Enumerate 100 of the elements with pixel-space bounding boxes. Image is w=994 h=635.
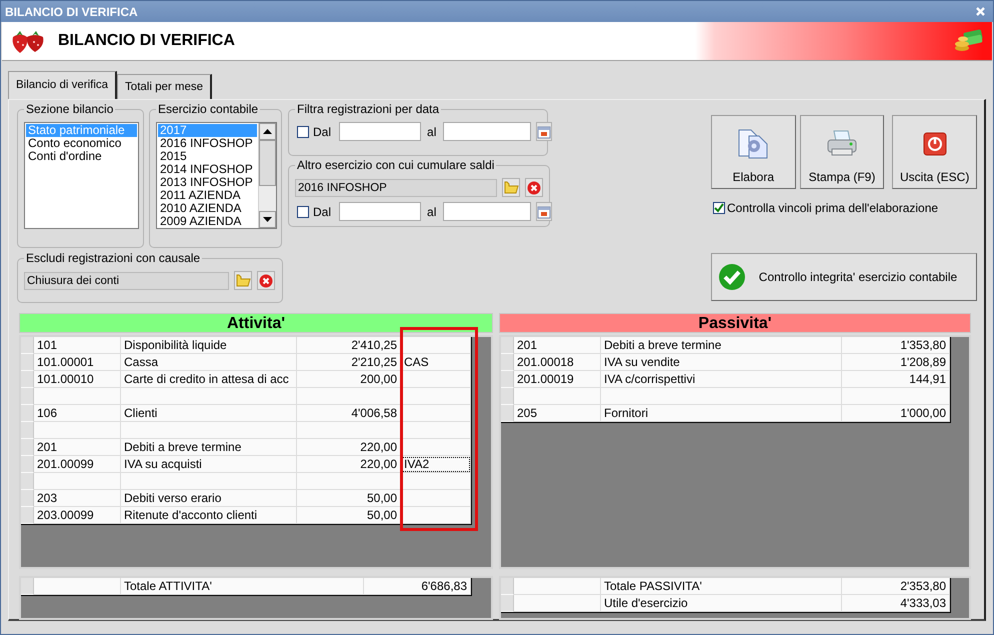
- total-amount: 4'333,03: [842, 595, 950, 612]
- amount: 4'006,58: [297, 405, 401, 422]
- folder-icon: [504, 181, 519, 194]
- browse-button[interactable]: [234, 271, 252, 290]
- account-code: 201.00099: [34, 456, 121, 473]
- section-header: Passivita': [499, 313, 971, 333]
- row-selector[interactable]: [501, 371, 514, 388]
- window-title: BILANCIO DI VERIFICA: [5, 4, 138, 18]
- folder-icon: [236, 274, 250, 287]
- clear-button[interactable]: [257, 271, 275, 290]
- row-selector[interactable]: [501, 595, 514, 612]
- account-code: 201.00019: [514, 371, 601, 388]
- amount: 1'208,89: [842, 354, 950, 371]
- exit-button[interactable]: Uscita (ESC): [892, 115, 978, 189]
- check-circle-icon: [718, 263, 746, 291]
- row-selector[interactable]: [21, 388, 34, 405]
- total-label: Totale PASSIVITA': [601, 578, 842, 595]
- delete-icon: [259, 274, 273, 288]
- row-selector[interactable]: [21, 507, 34, 524]
- checkbox[interactable]: [713, 202, 725, 214]
- account-code: 201: [514, 337, 601, 354]
- causale-field[interactable]: Chiusura dei conti: [24, 272, 229, 290]
- account-name: IVA c/corrispettivi: [601, 371, 842, 388]
- list-item[interactable]: Conti d'ordine: [26, 150, 137, 163]
- row-selector[interactable]: [21, 439, 34, 456]
- account-name: Debiti a breve termine: [121, 439, 297, 456]
- scroll-down-icon[interactable]: [263, 217, 272, 222]
- account-name: IVA su vendite: [601, 354, 842, 371]
- row-selector[interactable]: [501, 354, 514, 371]
- date-field[interactable]: [443, 202, 532, 221]
- list-item[interactable]: 2011 AZIENDA: [158, 189, 257, 202]
- row-selector[interactable]: [501, 578, 514, 595]
- checkbox-label: Controlla vincoli prima dell'elaborazione: [727, 201, 938, 215]
- amount: 2'410,25: [297, 337, 401, 354]
- tab[interactable]: Bilancio di verifica: [8, 71, 118, 99]
- document-gear-icon: [737, 128, 770, 160]
- total-amount: 2'353,80: [842, 578, 950, 595]
- group-title: Sezione bilancio: [26, 102, 114, 116]
- account-name: IVA su acquisti: [121, 456, 297, 473]
- print-button[interactable]: Stampa (F9): [800, 115, 884, 189]
- clear-button[interactable]: [525, 178, 543, 197]
- money-icon: [954, 28, 984, 54]
- amount: 50,00: [297, 490, 401, 507]
- account-code: 201: [34, 439, 121, 456]
- list-item[interactable]: 2014 INFOSHOP: [158, 163, 257, 176]
- amount: 1'000,00: [842, 405, 950, 422]
- exercise-field[interactable]: 2016 INFOSHOP: [295, 178, 498, 196]
- row-selector[interactable]: [501, 337, 514, 354]
- delete-icon: [527, 180, 542, 194]
- row-selector[interactable]: [21, 354, 34, 371]
- row-selector[interactable]: [21, 371, 34, 388]
- row-selector[interactable]: [21, 490, 34, 507]
- integrity-check-button[interactable]: Controllo integrita' esercizio contabile: [711, 253, 977, 301]
- account-name: Carte di credito in attesa di acc: [121, 371, 297, 388]
- row-selector[interactable]: [21, 456, 34, 473]
- group-title: Altro esercizio con cui cumulare saldi: [297, 158, 494, 172]
- list-item[interactable]: 2010 AZIENDA: [158, 202, 257, 215]
- list-item[interactable]: 2013 INFOSHOP: [158, 176, 257, 189]
- cell-text: IVA2: [401, 456, 471, 473]
- checkbox[interactable]: [297, 206, 309, 218]
- row-selector[interactable]: [501, 405, 514, 422]
- tab[interactable]: Totali per mese: [117, 74, 212, 99]
- row-selector[interactable]: [21, 578, 34, 595]
- account-name: Fornitori: [601, 405, 842, 422]
- calendar-button[interactable]: [536, 202, 552, 221]
- calendar-icon: [537, 124, 552, 138]
- scroll-up-icon[interactable]: [263, 129, 272, 134]
- list-item[interactable]: Conto economico: [26, 137, 137, 150]
- scrollbar[interactable]: [258, 123, 276, 228]
- row-selector[interactable]: [21, 422, 34, 439]
- process-button[interactable]: Elabora: [711, 115, 796, 189]
- total-label: Totale ATTIVITA': [121, 578, 364, 595]
- field-label: al: [427, 204, 436, 218]
- group-title: Filtra registrazioni per data: [297, 102, 440, 116]
- checkbox[interactable]: [297, 126, 309, 138]
- row-selector[interactable]: [501, 388, 514, 405]
- date-field[interactable]: [339, 122, 422, 141]
- row-selector[interactable]: [21, 337, 34, 354]
- row-selector[interactable]: [21, 473, 34, 490]
- date-field[interactable]: [443, 122, 532, 141]
- list-item[interactable]: 2009 AZIENDA: [158, 215, 257, 228]
- group-title: Escludi registrazioni con causale: [26, 251, 200, 265]
- checkbox-label: Dal: [313, 124, 332, 138]
- total-amount: 6'686,83: [364, 578, 471, 595]
- amount: 200,00: [297, 371, 401, 388]
- date-field[interactable]: [339, 202, 422, 221]
- list-item[interactable]: 2015: [158, 150, 257, 163]
- close-icon[interactable]: [975, 6, 986, 17]
- banner-title: BILANCIO DI VERIFICA: [58, 32, 236, 50]
- account-code: 203.00099: [34, 507, 121, 524]
- account-name: Clienti: [121, 405, 297, 422]
- calendar-button[interactable]: [536, 122, 552, 141]
- list-item[interactable]: 2016 INFOSHOP: [158, 137, 257, 150]
- row-selector[interactable]: [21, 405, 34, 422]
- account-name: Disponibilità liquide: [121, 337, 297, 354]
- account-code: 106: [34, 405, 121, 422]
- browse-button[interactable]: [502, 178, 520, 197]
- group-title: Esercizio contabile: [158, 102, 258, 116]
- account-code: 203: [34, 490, 121, 507]
- checkbox-label: Dal: [313, 204, 332, 218]
